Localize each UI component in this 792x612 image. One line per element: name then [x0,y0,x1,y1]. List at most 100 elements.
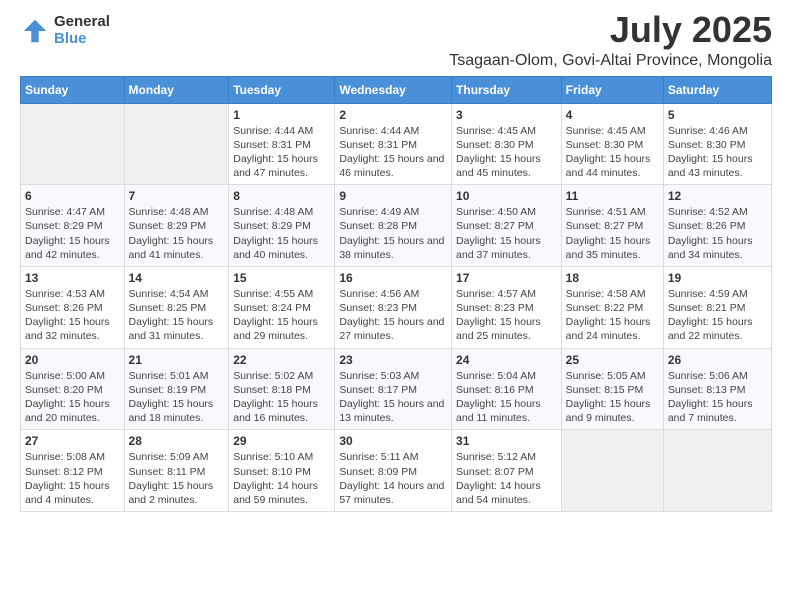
day-number: 20 [25,353,120,367]
cell-w1-d0: 6 Sunrise: 4:47 AMSunset: 8:29 PMDaylight… [21,185,125,267]
header-wednesday: Wednesday [335,76,452,103]
cell-w3-d5: 25 Sunrise: 5:05 AMSunset: 8:15 PMDayligh… [561,348,663,430]
day-info: Sunrise: 4:51 AMSunset: 8:27 PMDaylight:… [566,205,659,262]
day-info: Sunrise: 5:11 AMSunset: 8:09 PMDaylight:… [339,450,447,507]
cell-w2-d6: 19 Sunrise: 4:59 AMSunset: 8:21 PMDayligh… [663,266,771,348]
cell-w0-d4: 3 Sunrise: 4:45 AMSunset: 8:30 PMDaylight… [452,103,562,185]
day-number: 14 [129,271,225,285]
day-info: Sunrise: 4:56 AMSunset: 8:23 PMDaylight:… [339,287,447,344]
header-sunday: Sunday [21,76,125,103]
day-info: Sunrise: 5:08 AMSunset: 8:12 PMDaylight:… [25,450,120,507]
main-title: July 2025 [449,10,772,50]
day-number: 30 [339,434,447,448]
cell-w3-d0: 20 Sunrise: 5:00 AMSunset: 8:20 PMDayligh… [21,348,125,430]
day-info: Sunrise: 4:52 AMSunset: 8:26 PMDaylight:… [668,205,767,262]
header-tuesday: Tuesday [229,76,335,103]
header-friday: Friday [561,76,663,103]
day-number: 2 [339,108,447,122]
week-row-3: 20 Sunrise: 5:00 AMSunset: 8:20 PMDayligh… [21,348,772,430]
day-number: 13 [25,271,120,285]
logo: General Blue [20,14,110,47]
day-info: Sunrise: 4:50 AMSunset: 8:27 PMDaylight:… [456,205,557,262]
day-info: Sunrise: 4:45 AMSunset: 8:30 PMDaylight:… [456,124,557,181]
day-info: Sunrise: 4:53 AMSunset: 8:26 PMDaylight:… [25,287,120,344]
logo-general-text: General [54,14,110,31]
header-saturday: Saturday [663,76,771,103]
day-number: 16 [339,271,447,285]
week-row-0: 1 Sunrise: 4:44 AMSunset: 8:31 PMDaylight… [21,103,772,185]
week-row-2: 13 Sunrise: 4:53 AMSunset: 8:26 PMDayligh… [21,266,772,348]
day-info: Sunrise: 4:48 AMSunset: 8:29 PMDaylight:… [129,205,225,262]
cell-w2-d0: 13 Sunrise: 4:53 AMSunset: 8:26 PMDayligh… [21,266,125,348]
day-number: 7 [129,189,225,203]
header: General Blue July 2025 Tsagaan-Olom, Gov… [20,10,772,70]
day-number: 19 [668,271,767,285]
day-number: 18 [566,271,659,285]
day-info: Sunrise: 4:44 AMSunset: 8:31 PMDaylight:… [233,124,330,181]
cell-w3-d1: 21 Sunrise: 5:01 AMSunset: 8:19 PMDayligh… [124,348,229,430]
cell-w3-d4: 24Sunrise: 5:04 AMSunset: 8:16 PMDayligh… [452,348,562,430]
logo-text: General Blue [54,14,110,47]
day-info: Sunrise: 5:03 AMSunset: 8:17 PMDaylight:… [339,369,447,426]
day-info: Sunrise: 5:02 AMSunset: 8:18 PMDaylight:… [233,369,330,426]
cell-w0-d6: 5Sunrise: 4:46 AMSunset: 8:30 PMDaylight… [663,103,771,185]
cell-w2-d5: 18Sunrise: 4:58 AMSunset: 8:22 PMDayligh… [561,266,663,348]
title-block: July 2025 Tsagaan-Olom, Govi-Altai Provi… [449,10,772,70]
day-number: 27 [25,434,120,448]
day-number: 1 [233,108,330,122]
cell-w3-d6: 26 Sunrise: 5:06 AMSunset: 8:13 PMDayligh… [663,348,771,430]
cell-w4-d0: 27 Sunrise: 5:08 AMSunset: 8:12 PMDayligh… [21,430,125,512]
header-thursday: Thursday [452,76,562,103]
cell-w1-d3: 9 Sunrise: 4:49 AMSunset: 8:28 PMDaylight… [335,185,452,267]
day-info: Sunrise: 4:59 AMSunset: 8:21 PMDaylight:… [668,287,767,344]
day-number: 6 [25,189,120,203]
day-number: 9 [339,189,447,203]
cell-w0-d0 [21,103,125,185]
cell-w2-d3: 16 Sunrise: 4:56 AMSunset: 8:23 PMDayligh… [335,266,452,348]
day-info: Sunrise: 5:01 AMSunset: 8:19 PMDaylight:… [129,369,225,426]
cell-w2-d1: 14 Sunrise: 4:54 AMSunset: 8:25 PMDayligh… [124,266,229,348]
day-number: 25 [566,353,659,367]
cell-w3-d2: 22 Sunrise: 5:02 AMSunset: 8:18 PMDayligh… [229,348,335,430]
day-info: Sunrise: 5:06 AMSunset: 8:13 PMDaylight:… [668,369,767,426]
day-number: 3 [456,108,557,122]
day-info: Sunrise: 4:55 AMSunset: 8:24 PMDaylight:… [233,287,330,344]
day-info: Sunrise: 4:49 AMSunset: 8:28 PMDaylight:… [339,205,447,262]
cell-w1-d5: 11Sunrise: 4:51 AMSunset: 8:27 PMDayligh… [561,185,663,267]
day-number: 21 [129,353,225,367]
cell-w4-d1: 28Sunrise: 5:09 AMSunset: 8:11 PMDayligh… [124,430,229,512]
day-number: 23 [339,353,447,367]
cell-w2-d4: 17 Sunrise: 4:57 AMSunset: 8:23 PMDayligh… [452,266,562,348]
week-row-4: 27 Sunrise: 5:08 AMSunset: 8:12 PMDayligh… [21,430,772,512]
day-number: 26 [668,353,767,367]
day-number: 29 [233,434,330,448]
day-info: Sunrise: 4:47 AMSunset: 8:29 PMDaylight:… [25,205,120,262]
day-info: Sunrise: 5:10 AMSunset: 8:10 PMDaylight:… [233,450,330,507]
cell-w2-d2: 15Sunrise: 4:55 AMSunset: 8:24 PMDayligh… [229,266,335,348]
page: General Blue July 2025 Tsagaan-Olom, Gov… [0,0,792,522]
day-info: Sunrise: 4:44 AMSunset: 8:31 PMDaylight:… [339,124,447,181]
cell-w3-d3: 23 Sunrise: 5:03 AMSunset: 8:17 PMDayligh… [335,348,452,430]
cell-w4-d2: 29 Sunrise: 5:10 AMSunset: 8:10 PMDayligh… [229,430,335,512]
day-number: 17 [456,271,557,285]
cell-w1-d2: 8Sunrise: 4:48 AMSunset: 8:29 PMDaylight… [229,185,335,267]
day-info: Sunrise: 5:12 AMSunset: 8:07 PMDaylight:… [456,450,557,507]
cell-w1-d6: 12Sunrise: 4:52 AMSunset: 8:26 PMDayligh… [663,185,771,267]
week-row-1: 6 Sunrise: 4:47 AMSunset: 8:29 PMDaylight… [21,185,772,267]
day-info: Sunrise: 4:48 AMSunset: 8:29 PMDaylight:… [233,205,330,262]
cell-w4-d6 [663,430,771,512]
cell-w1-d4: 10 Sunrise: 4:50 AMSunset: 8:27 PMDayligh… [452,185,562,267]
day-number: 5 [668,108,767,122]
cell-w0-d5: 4Sunrise: 4:45 AMSunset: 8:30 PMDaylight… [561,103,663,185]
cell-w0-d1 [124,103,229,185]
cell-w4-d3: 30 Sunrise: 5:11 AMSunset: 8:09 PMDayligh… [335,430,452,512]
day-info: Sunrise: 4:45 AMSunset: 8:30 PMDaylight:… [566,124,659,181]
cell-w0-d2: 1 Sunrise: 4:44 AMSunset: 8:31 PMDaylight… [229,103,335,185]
day-info: Sunrise: 4:54 AMSunset: 8:25 PMDaylight:… [129,287,225,344]
day-info: Sunrise: 4:57 AMSunset: 8:23 PMDaylight:… [456,287,557,344]
day-info: Sunrise: 5:04 AMSunset: 8:16 PMDaylight:… [456,369,557,426]
day-info: Sunrise: 5:05 AMSunset: 8:15 PMDaylight:… [566,369,659,426]
day-number: 22 [233,353,330,367]
day-number: 10 [456,189,557,203]
day-info: Sunrise: 5:00 AMSunset: 8:20 PMDaylight:… [25,369,120,426]
